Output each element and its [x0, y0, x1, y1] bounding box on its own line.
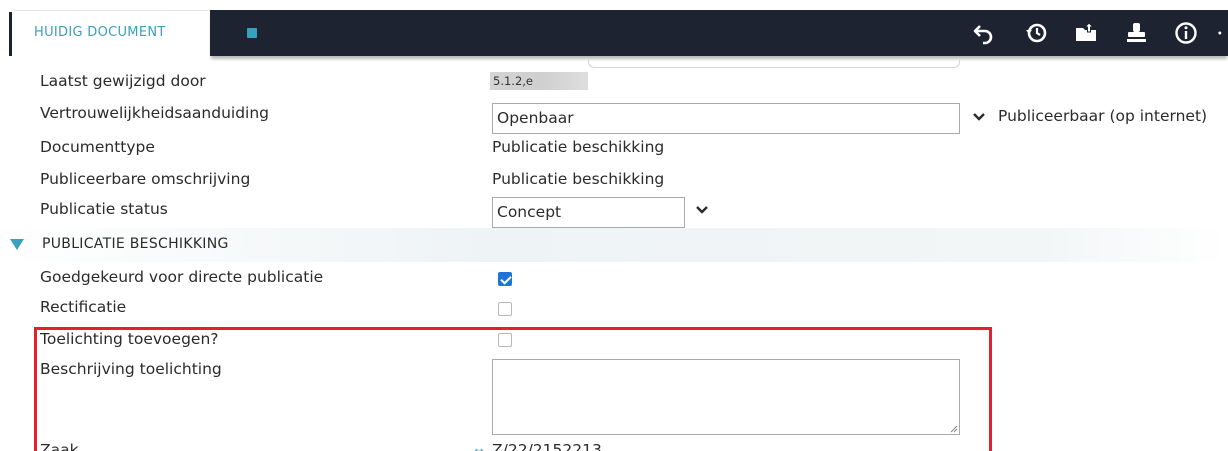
zaak-value[interactable]: Z/22/2152213: [492, 441, 602, 451]
chevron-down-icon[interactable]: [695, 203, 709, 217]
tab-huidig-document[interactable]: HUIDIG DOCUMENT: [14, 10, 210, 56]
section-title: PUBLICATIE BESCHIKKING: [42, 236, 229, 252]
toelichting-checkbox[interactable]: [498, 333, 512, 347]
omschrijving-value: Publicatie beschikking: [492, 170, 665, 188]
label-rectificatie: Rectificatie: [40, 298, 127, 316]
toolbar: [210, 10, 1228, 56]
history-icon[interactable]: [1022, 19, 1050, 47]
info-icon[interactable]: [1172, 19, 1200, 47]
label-publicatie-status: Publicatie status: [40, 200, 168, 218]
collapse-triangle-icon[interactable]: [10, 239, 24, 250]
stamp-icon[interactable]: [1122, 19, 1150, 47]
label-omschrijving: Publiceerbare omschrijving: [40, 170, 251, 188]
label-zaak: Zaak: [40, 441, 79, 451]
label-laatst-gewijzigd: Laatst gewijzigd door: [40, 72, 206, 90]
label-goedgekeurd: Goedgekeurd voor directe publicatie: [40, 268, 324, 286]
vertrouwelijkheid-select[interactable]: Openbaar: [492, 103, 960, 134]
top-bar: HUIDIG DOCUMENT: [0, 0, 1228, 62]
goedgekeurd-checkbox[interactable]: [498, 272, 512, 286]
undo-icon[interactable]: [970, 19, 998, 47]
publicatie-status-select[interactable]: Concept: [492, 197, 685, 228]
publiceerbaar-note: Publiceerbaar (op internet): [998, 107, 1208, 125]
link-icon[interactable]: ↔: [474, 444, 484, 451]
label-toelichting: Toelichting toevoegen?: [40, 330, 219, 348]
rectificatie-checkbox[interactable]: [498, 302, 512, 316]
redacted-value: 5.1.2,e: [490, 72, 588, 90]
toolbar-chip[interactable]: [247, 28, 257, 38]
left-edge-marker: [9, 12, 12, 56]
folder-upload-icon[interactable]: [1072, 19, 1100, 47]
more-icon[interactable]: [1214, 19, 1228, 47]
chevron-down-icon[interactable]: [972, 110, 986, 124]
collapsed-field-outline: [588, 60, 960, 68]
beschrijving-textarea[interactable]: [492, 359, 960, 435]
label-documenttype: Documenttype: [40, 138, 155, 156]
label-vertrouwelijkheid: Vertrouwelijkheidsaanduiding: [40, 104, 270, 122]
label-beschrijving: Beschrijving toelichting: [40, 360, 222, 378]
documenttype-value: Publicatie beschikking: [492, 138, 665, 156]
resize-grip-icon[interactable]: [948, 423, 958, 433]
